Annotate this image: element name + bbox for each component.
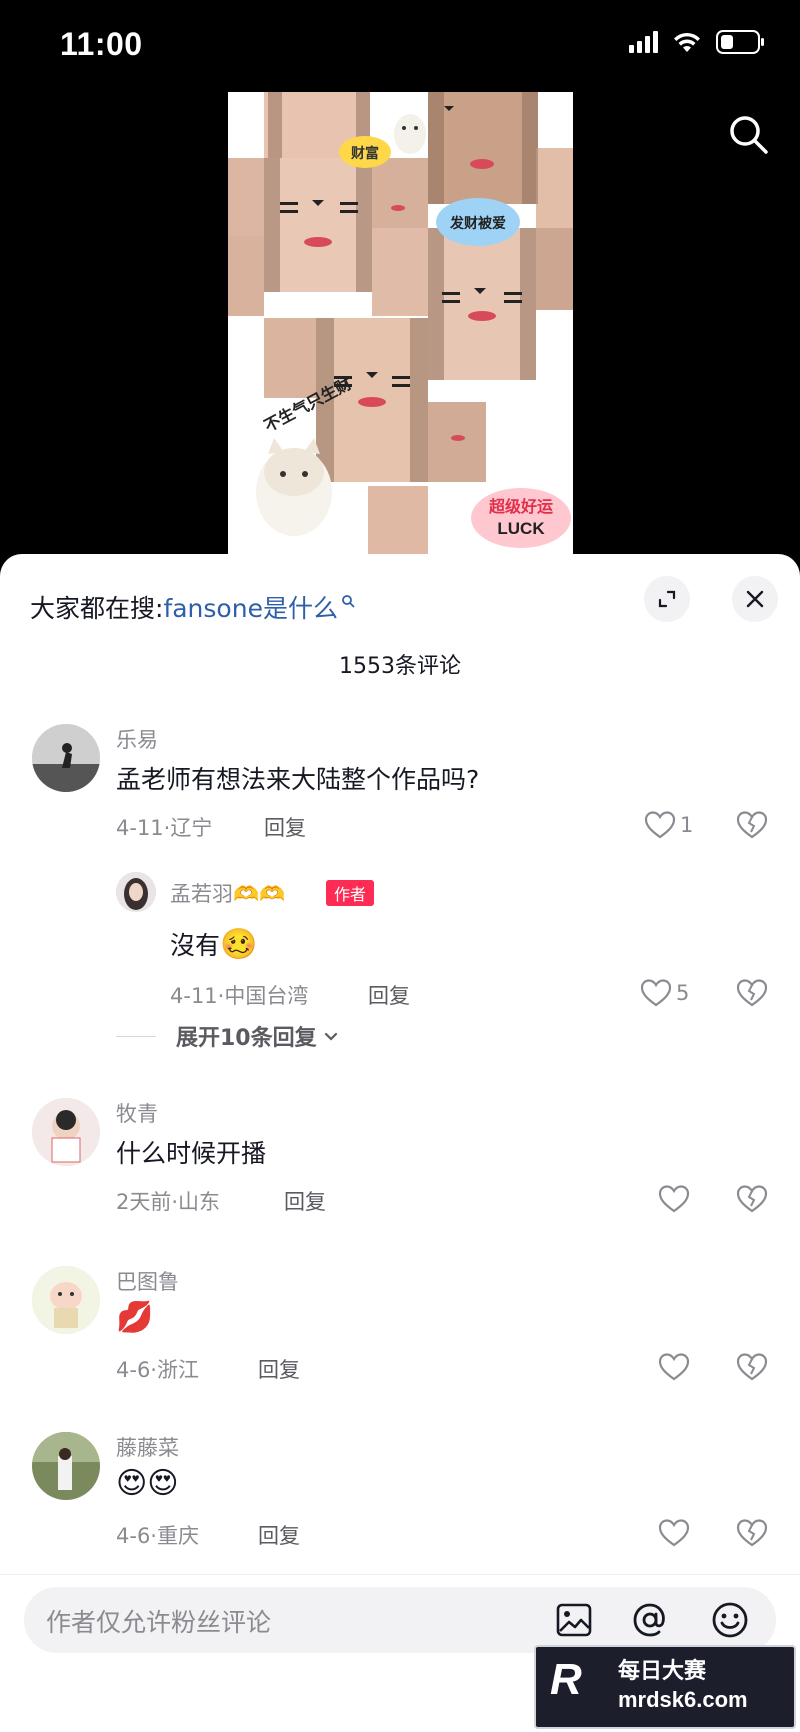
reply-text: 沒有🥴 [170,927,258,962]
sticker-wealth: 财富 [339,136,391,168]
comment-meta: 2天前·山东 [116,1190,221,1214]
hot-search-prefix: 大家都在搜: [30,594,164,623]
wifi-icon [672,31,702,53]
comment-text: 孟老师有想法来大陆整个作品吗? [116,765,480,794]
expand-icon [658,590,676,608]
like-count: 5 [676,981,690,1005]
comment-meta: 4-11·辽宁 [116,816,213,840]
dislike-button[interactable] [736,1352,768,1386]
broken-heart-icon [736,811,768,839]
hot-search-term[interactable]: fansone是什么 [163,589,355,625]
comment-input-placeholder: 作者仅允许粉丝评论 [46,1608,272,1637]
close-button[interactable] [732,576,778,622]
reply-button[interactable]: 回复 [258,1354,300,1384]
comment-input[interactable]: 作者仅允许粉丝评论 [24,1587,776,1653]
heart-icon [644,811,676,839]
reply-button[interactable]: 回复 [258,1520,300,1550]
dislike-button[interactable] [736,810,768,844]
expand-button[interactable] [644,576,690,622]
broken-heart-icon [736,1185,768,1213]
heart-icon [658,1353,690,1381]
watermark-logo: R 每日大赛 mrdsk6.com [534,1645,796,1729]
svg-text:超级好运: 超级好运 [488,497,553,516]
svg-text:LUCK: LUCK [497,519,545,538]
comment-text: 😍😍 [116,1466,179,1501]
watermark-mark: R [550,1655,582,1704]
svg-text:发财被爱: 发财被爱 [449,215,506,232]
svg-text:财富: 财富 [350,145,379,162]
close-icon [746,590,764,608]
comment-meta: 4-6·重庆 [116,1524,199,1548]
reply-button[interactable]: 回复 [368,980,410,1010]
author-badge: 作者 [326,880,375,906]
video-thumbnail[interactable]: 财富 发财被爱 不生气只生财 超级好运 LUCK [228,92,573,554]
avatar[interactable] [32,724,100,792]
watermark-title: 每日大赛 [618,1659,707,1684]
comment-text: 什么时候开播 [116,1139,267,1168]
emoji-icon[interactable] [710,1600,750,1640]
expand-replies-button[interactable]: 展开10条回复 [116,1020,341,1052]
watermark-url: mrdsk6.com [618,1687,748,1712]
comment-count: 1553条评论 [339,654,461,679]
dislike-button[interactable] [736,1184,768,1218]
heart-icon [658,1519,690,1547]
avatar[interactable] [116,872,156,912]
comment-meta: 4-6·浙江 [116,1358,199,1382]
reply-author[interactable]: 孟若羽🫶🫶 [170,878,285,908]
avatar[interactable] [32,1098,100,1166]
heart-icon [640,979,672,1007]
small-search-icon [341,593,355,612]
search-icon[interactable] [726,112,770,156]
comment-sheet: 大家都在搜: fansone是什么 1553条评论 乐易 孟老师有想法来大陆整个… [0,554,800,1731]
image-icon[interactable] [554,1600,594,1640]
cat-sticker-top [394,114,426,154]
comment-author[interactable]: 藤藤菜 [116,1432,179,1462]
divider [116,1035,156,1037]
like-button[interactable] [658,1352,690,1382]
like-button[interactable] [658,1518,690,1548]
chevron-down-icon [324,1032,337,1041]
comment-text: 💋 [116,1300,154,1335]
comment-author[interactable]: 巴图鲁 [116,1266,179,1296]
like-button[interactable]: 1 [644,810,693,840]
avatar[interactable] [32,1266,100,1334]
like-button[interactable] [658,1184,690,1214]
broken-heart-icon [736,1353,768,1381]
comment-author[interactable]: 牧青 [116,1098,158,1128]
like-button[interactable]: 5 [640,978,689,1008]
cell-signal-icon [629,31,658,53]
battery-icon [716,30,766,54]
avatar[interactable] [32,1432,100,1500]
broken-heart-icon [736,1519,768,1547]
reply-meta: 4-11·中国台湾 [170,984,309,1008]
clock: 11:00 [60,26,143,62]
woozy-face-emoji: 🥴 [220,927,258,962]
comment-author[interactable]: 乐易 [116,724,158,754]
sticker-fortune-love: 发财被爱 [436,198,520,246]
dislike-button[interactable] [736,978,768,1012]
dislike-button[interactable] [736,1518,768,1552]
reply-button[interactable]: 回复 [284,1186,326,1216]
sticker-super-luck: 超级好运 LUCK [471,488,571,548]
heart-icon [658,1185,690,1213]
reply-button[interactable]: 回复 [264,812,306,842]
mention-icon[interactable] [630,1600,670,1640]
status-bar: 11:00 [0,0,800,92]
like-count: 1 [680,813,694,837]
broken-heart-icon [736,979,768,1007]
